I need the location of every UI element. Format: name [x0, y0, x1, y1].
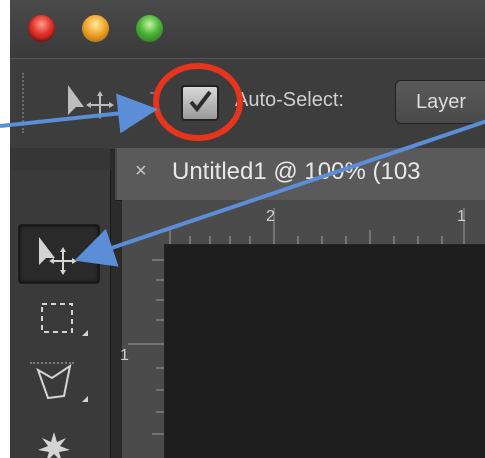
highlight-circle — [153, 63, 243, 141]
annotation-arrow — [74, 119, 485, 267]
annotation-arrow — [0, 93, 158, 134]
annotation-overlay — [0, 63, 485, 267]
